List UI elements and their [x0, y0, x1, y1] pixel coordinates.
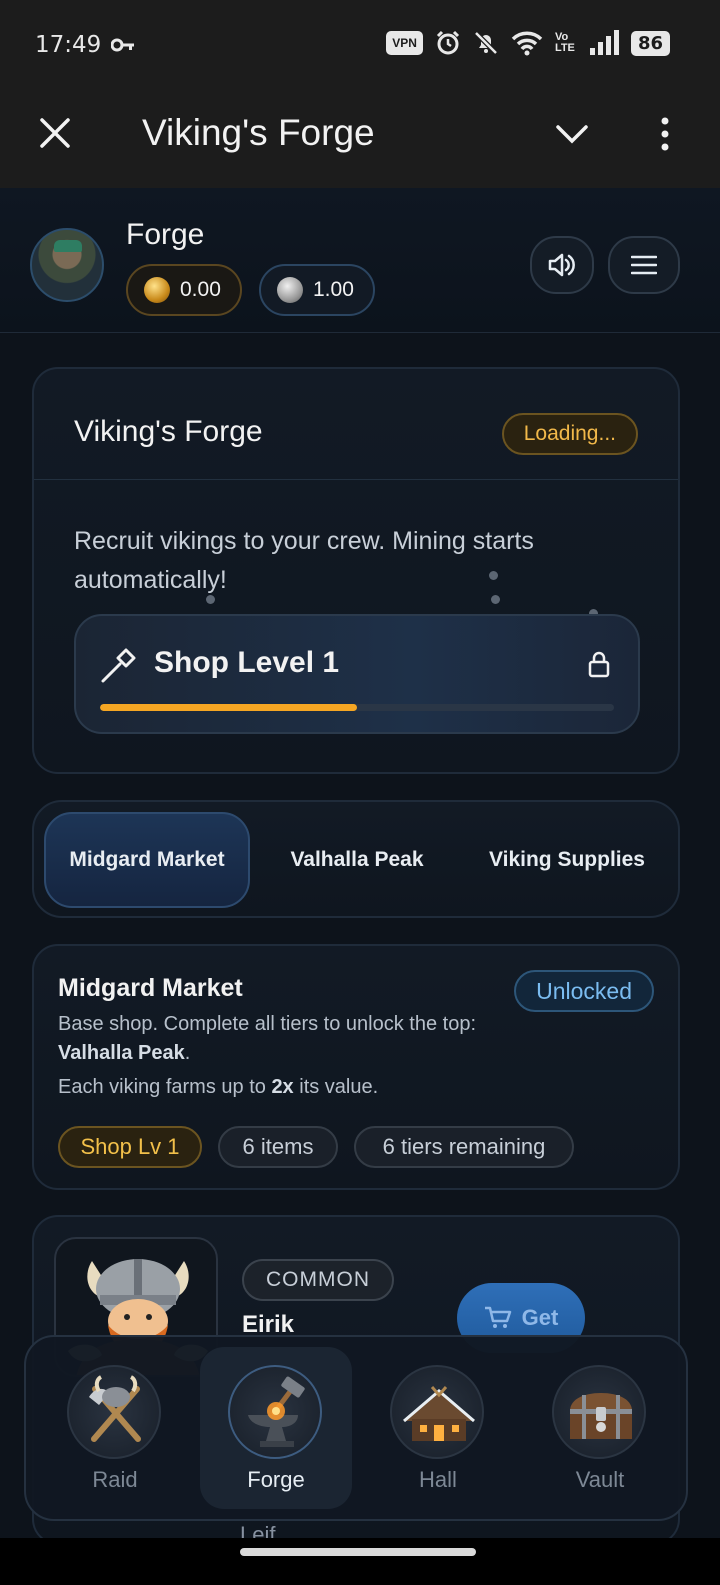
page-name: Forge — [126, 218, 205, 251]
treasure-chest-icon — [552, 1365, 646, 1459]
profile-header: Forge 0.00 1.00 — [0, 188, 720, 333]
sparkle-dot — [489, 571, 498, 580]
status-badge: Loading... — [501, 413, 638, 455]
silver-coin-icon — [277, 277, 303, 303]
market-info-card: Midgard Market Unlocked Base shop. Compl… — [32, 944, 680, 1190]
nav-forge-label: Forge — [247, 1467, 305, 1492]
gesture-bar-area — [0, 1538, 720, 1585]
sparkle-dot — [491, 595, 500, 604]
shop-tabs: Midgard Market Valhalla Peak Viking Supp… — [32, 800, 680, 918]
nav-raid[interactable]: Raid — [39, 1347, 191, 1509]
hamburger-icon — [631, 255, 657, 275]
market-title: Midgard Market — [58, 974, 243, 1002]
chevron-down-icon[interactable] — [555, 122, 589, 146]
silver-balance-pill[interactable]: 1.00 — [259, 264, 375, 316]
status-bar: 17:49 VPN Vo LTE 86 — [0, 0, 720, 92]
speaker-icon — [548, 253, 575, 277]
items-count-chip: 6 items — [218, 1126, 338, 1168]
shop-level-progress — [100, 704, 614, 711]
raid-icon — [67, 1365, 161, 1459]
nav-hall-label: Hall — [419, 1467, 457, 1492]
signal-icon — [589, 30, 619, 55]
app-title: Viking's Forge — [142, 112, 375, 153]
nav-forge[interactable]: Forge — [200, 1347, 352, 1509]
lock-icon — [588, 651, 610, 678]
cart-icon — [484, 1306, 511, 1328]
nav-hall[interactable]: Hall — [362, 1347, 514, 1509]
alarm-icon — [436, 30, 459, 55]
forge-description: Recruit vikings to your crew. Mining sta… — [74, 527, 534, 594]
market-farm-info: Each viking farms up to 2x its value. — [58, 1076, 379, 1098]
tab-midgard-market[interactable]: Midgard Market — [44, 812, 250, 908]
battery-icon: 86 — [630, 30, 670, 56]
shop-level-progress-fill — [100, 704, 357, 711]
gold-balance: 0.00 — [180, 278, 221, 301]
get-button-label: Get — [521, 1305, 559, 1330]
divider — [34, 479, 678, 480]
bottom-nav: Raid Forge Hall Vault — [24, 1335, 688, 1521]
tab-viking-supplies[interactable]: Viking Supplies — [464, 812, 670, 908]
market-description: Base shop. Complete all tiers to unlock … — [58, 1013, 477, 1064]
hall-icon — [390, 1365, 484, 1459]
wifi-icon — [511, 31, 543, 56]
nav-raid-label: Raid — [92, 1467, 138, 1492]
shop-level-chip: Shop Lv 1 — [58, 1126, 202, 1168]
forge-card: Viking's Forge Loading... Recruit viking… — [32, 367, 680, 774]
vpn-icon: VPN — [386, 31, 423, 55]
forge-card-title: Viking's Forge — [74, 415, 263, 448]
close-icon[interactable] — [38, 116, 72, 150]
rarity-badge: COMMON — [242, 1259, 394, 1301]
nav-vault-label: Vault — [575, 1467, 625, 1492]
hammer-icon — [101, 648, 136, 683]
sound-button[interactable] — [530, 236, 594, 294]
sparkle-dot — [206, 595, 215, 604]
tab-valhalla-peak[interactable]: Valhalla Peak — [264, 812, 450, 908]
key-icon — [111, 38, 134, 52]
unlocked-badge: Unlocked — [514, 970, 654, 1012]
avatar[interactable] — [30, 228, 104, 302]
home-gesture-handle[interactable] — [240, 1548, 476, 1556]
gold-balance-pill[interactable]: 0.00 — [126, 264, 242, 316]
status-time: 17:49 — [35, 32, 102, 58]
anvil-icon — [228, 1365, 322, 1459]
app-bar: Viking's Forge — [0, 92, 720, 188]
volte-icon: Vo LTE — [554, 31, 575, 54]
tiers-remaining-chip: 6 tiers remaining — [354, 1126, 574, 1168]
silver-balance: 1.00 — [313, 278, 354, 301]
menu-button[interactable] — [608, 236, 680, 294]
shop-level-label: Shop Level 1 — [154, 646, 340, 679]
shop-level-panel[interactable]: Shop Level 1 — [74, 614, 640, 734]
gold-coin-icon — [144, 277, 170, 303]
muted-bell-icon — [474, 31, 498, 55]
nav-vault[interactable]: Vault — [524, 1347, 676, 1509]
more-options-icon[interactable] — [658, 116, 672, 152]
